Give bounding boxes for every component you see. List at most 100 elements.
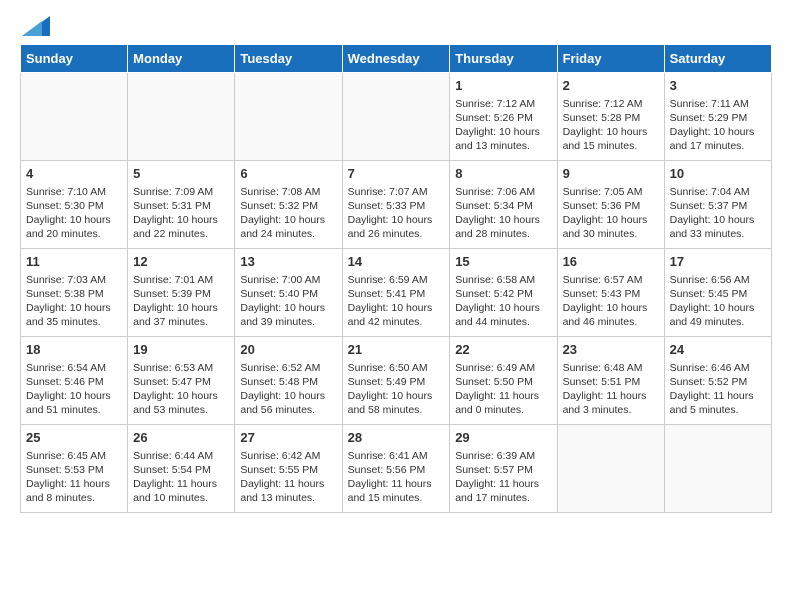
- calendar-cell: 17 Sunrise: 6:56 AM Sunset: 5:45 PM Dayli…: [664, 249, 771, 337]
- calendar-cell: [664, 425, 771, 513]
- day-number: 25: [26, 429, 122, 447]
- day-info: Sunrise: 6:56 AM Sunset: 5:45 PM Dayligh…: [670, 273, 766, 330]
- day-info: Sunrise: 6:46 AM Sunset: 5:52 PM Dayligh…: [670, 361, 766, 418]
- day-number: 18: [26, 341, 122, 359]
- calendar-cell: [128, 73, 235, 161]
- day-number: 29: [455, 429, 551, 447]
- day-info: Sunrise: 6:39 AM Sunset: 5:57 PM Dayligh…: [455, 449, 551, 506]
- dow-header-sunday: Sunday: [21, 45, 128, 73]
- week-row-2: 4 Sunrise: 7:10 AM Sunset: 5:30 PM Daylig…: [21, 161, 772, 249]
- week-row-1: 1 Sunrise: 7:12 AM Sunset: 5:26 PM Daylig…: [21, 73, 772, 161]
- calendar-cell: 9 Sunrise: 7:05 AM Sunset: 5:36 PM Daylig…: [557, 161, 664, 249]
- calendar-cell: 4 Sunrise: 7:10 AM Sunset: 5:30 PM Daylig…: [21, 161, 128, 249]
- day-number: 19: [133, 341, 229, 359]
- calendar-cell: 8Sunrise: 7:06 AM Sunset: 5:34 PM Daylig…: [450, 161, 557, 249]
- calendar-cell: 23 Sunrise: 6:48 AM Sunset: 5:51 PM Dayli…: [557, 337, 664, 425]
- dow-header-saturday: Saturday: [664, 45, 771, 73]
- day-number: 21: [348, 341, 445, 359]
- calendar-cell: 5 Sunrise: 7:09 AM Sunset: 5:31 PM Daylig…: [128, 161, 235, 249]
- day-info: Sunrise: 6:45 AM Sunset: 5:53 PM Dayligh…: [26, 449, 122, 506]
- day-number: 2: [563, 77, 659, 95]
- week-row-4: 18 Sunrise: 6:54 AM Sunset: 5:46 PM Dayli…: [21, 337, 772, 425]
- calendar-cell: 28 Sunrise: 6:41 AM Sunset: 5:56 PM Dayli…: [342, 425, 450, 513]
- day-number: 26: [133, 429, 229, 447]
- calendar-cell: [342, 73, 450, 161]
- calendar-cell: 21 Sunrise: 6:50 AM Sunset: 5:49 PM Dayli…: [342, 337, 450, 425]
- logo-icon: [22, 16, 50, 36]
- day-info: Sunrise: 6:48 AM Sunset: 5:51 PM Dayligh…: [563, 361, 659, 418]
- day-number: 17: [670, 253, 766, 271]
- day-info: Sunrise: 6:50 AM Sunset: 5:49 PM Dayligh…: [348, 361, 445, 418]
- day-info: Sunrise: 6:57 AM Sunset: 5:43 PM Dayligh…: [563, 273, 659, 330]
- day-info: Sunrise: 7:05 AM Sunset: 5:36 PM Dayligh…: [563, 185, 659, 242]
- day-info: Sunrise: 6:41 AM Sunset: 5:56 PM Dayligh…: [348, 449, 445, 506]
- calendar-cell: 1 Sunrise: 7:12 AM Sunset: 5:26 PM Daylig…: [450, 73, 557, 161]
- calendar-cell: 22 Sunrise: 6:49 AM Sunset: 5:50 PM Dayli…: [450, 337, 557, 425]
- calendar-cell: 15 Sunrise: 6:58 AM Sunset: 5:42 PM Dayli…: [450, 249, 557, 337]
- calendar-cell: 26 Sunrise: 6:44 AM Sunset: 5:54 PM Dayli…: [128, 425, 235, 513]
- dow-header-thursday: Thursday: [450, 45, 557, 73]
- calendar-cell: 14Sunrise: 6:59 AM Sunset: 5:41 PM Dayli…: [342, 249, 450, 337]
- day-info: Sunrise: 7:08 AM Sunset: 5:32 PM Dayligh…: [240, 185, 336, 242]
- day-number: 12: [133, 253, 229, 271]
- dow-header-wednesday: Wednesday: [342, 45, 450, 73]
- day-number: 20: [240, 341, 336, 359]
- dow-header-monday: Monday: [128, 45, 235, 73]
- week-row-5: 25 Sunrise: 6:45 AM Sunset: 5:53 PM Dayli…: [21, 425, 772, 513]
- day-number: 6: [240, 165, 336, 183]
- day-info: Sunrise: 7:04 AM Sunset: 5:37 PM Dayligh…: [670, 185, 766, 242]
- calendar: SundayMondayTuesdayWednesdayThursdayFrid…: [20, 44, 772, 513]
- calendar-cell: [235, 73, 342, 161]
- day-number: 22: [455, 341, 551, 359]
- logo: [20, 16, 50, 36]
- calendar-cell: 6 Sunrise: 7:08 AM Sunset: 5:32 PM Daylig…: [235, 161, 342, 249]
- calendar-cell: 16 Sunrise: 6:57 AM Sunset: 5:43 PM Dayli…: [557, 249, 664, 337]
- day-number: 15: [455, 253, 551, 271]
- day-number: 4: [26, 165, 122, 183]
- calendar-cell: 20 Sunrise: 6:52 AM Sunset: 5:48 PM Dayli…: [235, 337, 342, 425]
- day-number: 28: [348, 429, 445, 447]
- day-info: Sunrise: 6:54 AM Sunset: 5:46 PM Dayligh…: [26, 361, 122, 418]
- day-number: 3: [670, 77, 766, 95]
- calendar-cell: 19 Sunrise: 6:53 AM Sunset: 5:47 PM Dayli…: [128, 337, 235, 425]
- dow-header-friday: Friday: [557, 45, 664, 73]
- calendar-cell: 27Sunrise: 6:42 AM Sunset: 5:55 PM Dayli…: [235, 425, 342, 513]
- day-number: 24: [670, 341, 766, 359]
- day-info: Sunrise: 7:09 AM Sunset: 5:31 PM Dayligh…: [133, 185, 229, 242]
- day-number: 16: [563, 253, 659, 271]
- day-info: Sunrise: 7:01 AM Sunset: 5:39 PM Dayligh…: [133, 273, 229, 330]
- day-info: Sunrise: 7:12 AM Sunset: 5:28 PM Dayligh…: [563, 97, 659, 154]
- calendar-cell: 3Sunrise: 7:11 AM Sunset: 5:29 PM Daylig…: [664, 73, 771, 161]
- day-info: Sunrise: 6:59 AM Sunset: 5:41 PM Dayligh…: [348, 273, 445, 330]
- calendar-cell: [557, 425, 664, 513]
- calendar-cell: 29 Sunrise: 6:39 AM Sunset: 5:57 PM Dayli…: [450, 425, 557, 513]
- day-info: Sunrise: 7:10 AM Sunset: 5:30 PM Dayligh…: [26, 185, 122, 242]
- day-info: Sunrise: 7:00 AM Sunset: 5:40 PM Dayligh…: [240, 273, 336, 330]
- day-info: Sunrise: 6:44 AM Sunset: 5:54 PM Dayligh…: [133, 449, 229, 506]
- calendar-cell: 10 Sunrise: 7:04 AM Sunset: 5:37 PM Dayli…: [664, 161, 771, 249]
- day-info: Sunrise: 6:53 AM Sunset: 5:47 PM Dayligh…: [133, 361, 229, 418]
- day-info: Sunrise: 7:12 AM Sunset: 5:26 PM Dayligh…: [455, 97, 551, 154]
- day-number: 23: [563, 341, 659, 359]
- day-number: 7: [348, 165, 445, 183]
- day-info: Sunrise: 6:52 AM Sunset: 5:48 PM Dayligh…: [240, 361, 336, 418]
- day-info: Sunrise: 6:58 AM Sunset: 5:42 PM Dayligh…: [455, 273, 551, 330]
- day-info: Sunrise: 7:03 AM Sunset: 5:38 PM Dayligh…: [26, 273, 122, 330]
- calendar-cell: 11 Sunrise: 7:03 AM Sunset: 5:38 PM Dayli…: [21, 249, 128, 337]
- calendar-cell: 13 Sunrise: 7:00 AM Sunset: 5:40 PM Dayli…: [235, 249, 342, 337]
- day-number: 9: [563, 165, 659, 183]
- calendar-cell: 24 Sunrise: 6:46 AM Sunset: 5:52 PM Dayli…: [664, 337, 771, 425]
- day-number: 1: [455, 77, 551, 95]
- week-row-3: 11 Sunrise: 7:03 AM Sunset: 5:38 PM Dayli…: [21, 249, 772, 337]
- day-number: 13: [240, 253, 336, 271]
- calendar-cell: 18 Sunrise: 6:54 AM Sunset: 5:46 PM Dayli…: [21, 337, 128, 425]
- day-number: 10: [670, 165, 766, 183]
- calendar-cell: 25 Sunrise: 6:45 AM Sunset: 5:53 PM Dayli…: [21, 425, 128, 513]
- day-number: 5: [133, 165, 229, 183]
- calendar-cell: [21, 73, 128, 161]
- calendar-cell: 12 Sunrise: 7:01 AM Sunset: 5:39 PM Dayli…: [128, 249, 235, 337]
- calendar-cell: 2 Sunrise: 7:12 AM Sunset: 5:28 PM Daylig…: [557, 73, 664, 161]
- day-info: Sunrise: 7:06 AM Sunset: 5:34 PM Dayligh…: [455, 185, 551, 242]
- day-number: 11: [26, 253, 122, 271]
- day-info: Sunrise: 6:49 AM Sunset: 5:50 PM Dayligh…: [455, 361, 551, 418]
